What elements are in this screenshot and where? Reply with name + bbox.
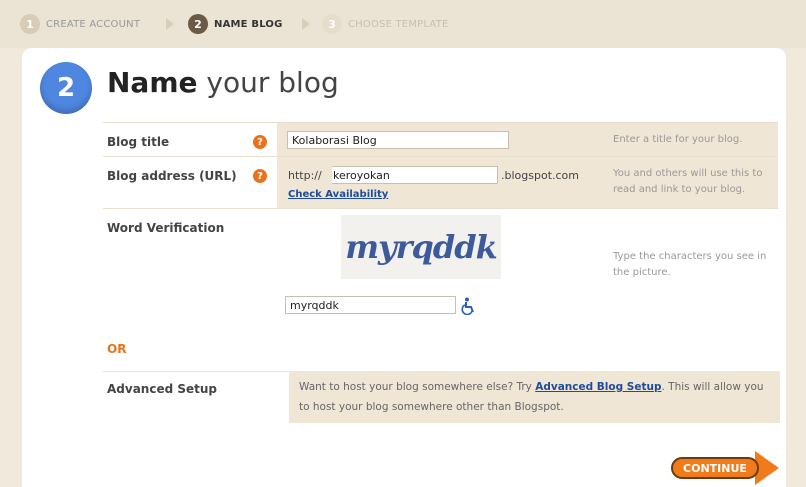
blog-address-label: Blog address (URL) xyxy=(107,169,237,183)
step-choose-template: 3 CHOOSE TEMPLATE xyxy=(322,12,448,36)
step-label: CHOOSE TEMPLATE xyxy=(348,18,449,30)
page-title: Name your blog xyxy=(107,66,339,99)
step-separator-arrow-icon xyxy=(166,18,174,30)
step-label: CREATE ACCOUNT xyxy=(46,18,141,30)
blog-title-label: Blog title xyxy=(107,135,170,149)
url-suffix: .blogspot.com xyxy=(501,169,579,182)
step-progress-bar: 1 CREATE ACCOUNT 2 NAME BLOG 3 CHOOSE TE… xyxy=(0,0,806,48)
blog-title-hint: Enter a title for your blog. xyxy=(608,123,778,157)
step-badge: 2 xyxy=(40,62,92,114)
title-bold: Name xyxy=(107,66,198,99)
step-create-account: 1 CREATE ACCOUNT xyxy=(20,12,140,36)
step-separator-arrow-icon xyxy=(302,18,310,30)
blog-title-input[interactable] xyxy=(287,131,509,149)
advanced-setup-label: Advanced Setup xyxy=(107,382,218,396)
check-availability-link[interactable]: Check Availability xyxy=(288,189,388,200)
advanced-text-before: Want to host your blog somewhere else? T… xyxy=(299,381,532,393)
step-number: 3 xyxy=(322,14,342,34)
advanced-blog-setup-link[interactable]: Advanced Blog Setup xyxy=(535,381,661,393)
step-name-blog: 2 NAME BLOG xyxy=(188,12,283,36)
word-verification-input[interactable] xyxy=(285,296,456,314)
blog-address-row: Blog address (URL) ? http:// .blogspot.c… xyxy=(103,156,778,209)
blog-title-field-area xyxy=(277,123,608,157)
step-label: NAME BLOG xyxy=(214,18,283,30)
advanced-setup-description: Want to host your blog somewhere else? T… xyxy=(289,371,780,423)
or-separator: OR xyxy=(107,342,127,356)
blog-title-row: Blog title ? Enter a title for your blog… xyxy=(103,122,778,157)
blog-address-input[interactable] xyxy=(332,166,498,184)
wheelchair-icon[interactable] xyxy=(461,297,477,315)
captcha-image: myrqddk xyxy=(341,215,501,279)
title-rest: your blog xyxy=(206,66,339,99)
question-icon[interactable]: ? xyxy=(253,135,267,149)
continue-button[interactable]: CONTINUE xyxy=(671,451,781,485)
blog-address-hint: You and others will use this to read and… xyxy=(608,157,778,209)
word-verification-hint: Type the characters you see in the pictu… xyxy=(613,251,767,278)
word-verification-label: Word Verification xyxy=(107,221,225,235)
step-number: 1 xyxy=(20,14,40,34)
blog-address-field-area: http:// .blogspot.com Check Availability xyxy=(277,157,608,209)
continue-label: CONTINUE xyxy=(671,457,759,479)
question-icon[interactable]: ? xyxy=(253,169,267,183)
step-number: 2 xyxy=(188,14,208,34)
url-prefix: http:// xyxy=(288,169,322,182)
